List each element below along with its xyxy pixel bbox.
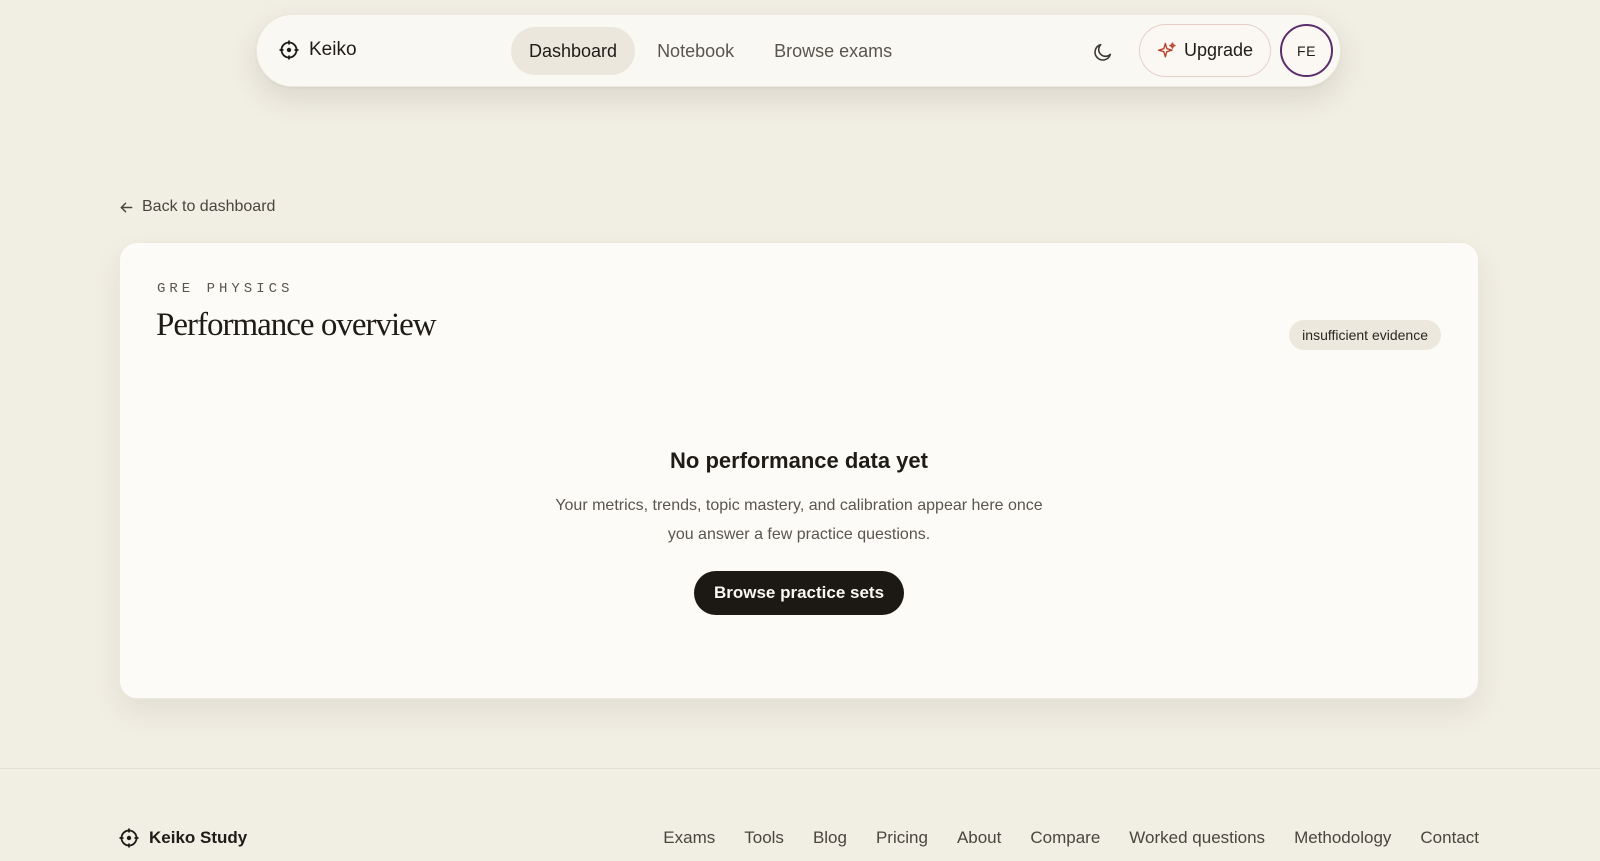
moon-icon [1092, 41, 1114, 63]
upgrade-button[interactable]: Upgrade [1139, 24, 1271, 77]
page-title: Performance overview [156, 307, 437, 343]
footer-link-about[interactable]: About [957, 828, 1001, 848]
back-link-label: Back to dashboard [142, 198, 276, 215]
crosshair-icon [279, 40, 299, 60]
footer-link-methodology[interactable]: Methodology [1294, 828, 1391, 848]
avatar[interactable]: FE [1280, 24, 1333, 77]
footer-divider [0, 768, 1600, 769]
footer-link-worked-questions[interactable]: Worked questions [1129, 828, 1265, 848]
footer-link-contact[interactable]: Contact [1420, 828, 1479, 848]
exam-eyebrow: GRE PHYSICS [157, 281, 294, 297]
brand-logo[interactable]: Keiko [279, 39, 357, 61]
top-nav: Keiko Dashboard Notebook Browse exams Up… [256, 14, 1341, 87]
footer-links: Exams Tools Blog Pricing About Compare W… [663, 828, 1479, 848]
footer-link-tools[interactable]: Tools [744, 828, 784, 848]
main-tabs: Dashboard Notebook Browse exams [511, 27, 910, 75]
theme-toggle-button[interactable] [1087, 36, 1119, 68]
tab-browse-exams[interactable]: Browse exams [756, 27, 910, 75]
upgrade-label: Upgrade [1183, 40, 1254, 60]
empty-state-description: Your metrics, trends, topic mastery, and… [120, 491, 1478, 549]
browse-practice-sets-button[interactable]: Browse practice sets [694, 571, 904, 615]
empty-state-line-1: Your metrics, trends, topic mastery, and… [555, 497, 1043, 514]
footer-brand-name: Keiko Study [149, 828, 248, 847]
back-to-dashboard-link[interactable]: Back to dashboard [119, 198, 275, 216]
performance-card: GRE PHYSICS Performance overview insuffi… [119, 242, 1479, 699]
crosshair-icon [119, 828, 139, 848]
footer-link-pricing[interactable]: Pricing [876, 828, 928, 848]
arrow-left-icon [119, 200, 134, 215]
footer-link-exams[interactable]: Exams [663, 828, 715, 848]
tab-notebook[interactable]: Notebook [639, 27, 752, 75]
sparkle-icon [1157, 41, 1177, 61]
status-badge: insufficient evidence [1289, 320, 1441, 350]
empty-state-line-2: you answer a few practice questions. [667, 526, 931, 543]
brand-name: Keiko [309, 39, 357, 60]
footer-brand[interactable]: Keiko Study [119, 828, 247, 848]
empty-state-title: No performance data yet [670, 448, 928, 473]
footer-link-compare[interactable]: Compare [1030, 828, 1100, 848]
footer-link-blog[interactable]: Blog [813, 828, 847, 848]
tab-dashboard[interactable]: Dashboard [511, 27, 636, 75]
